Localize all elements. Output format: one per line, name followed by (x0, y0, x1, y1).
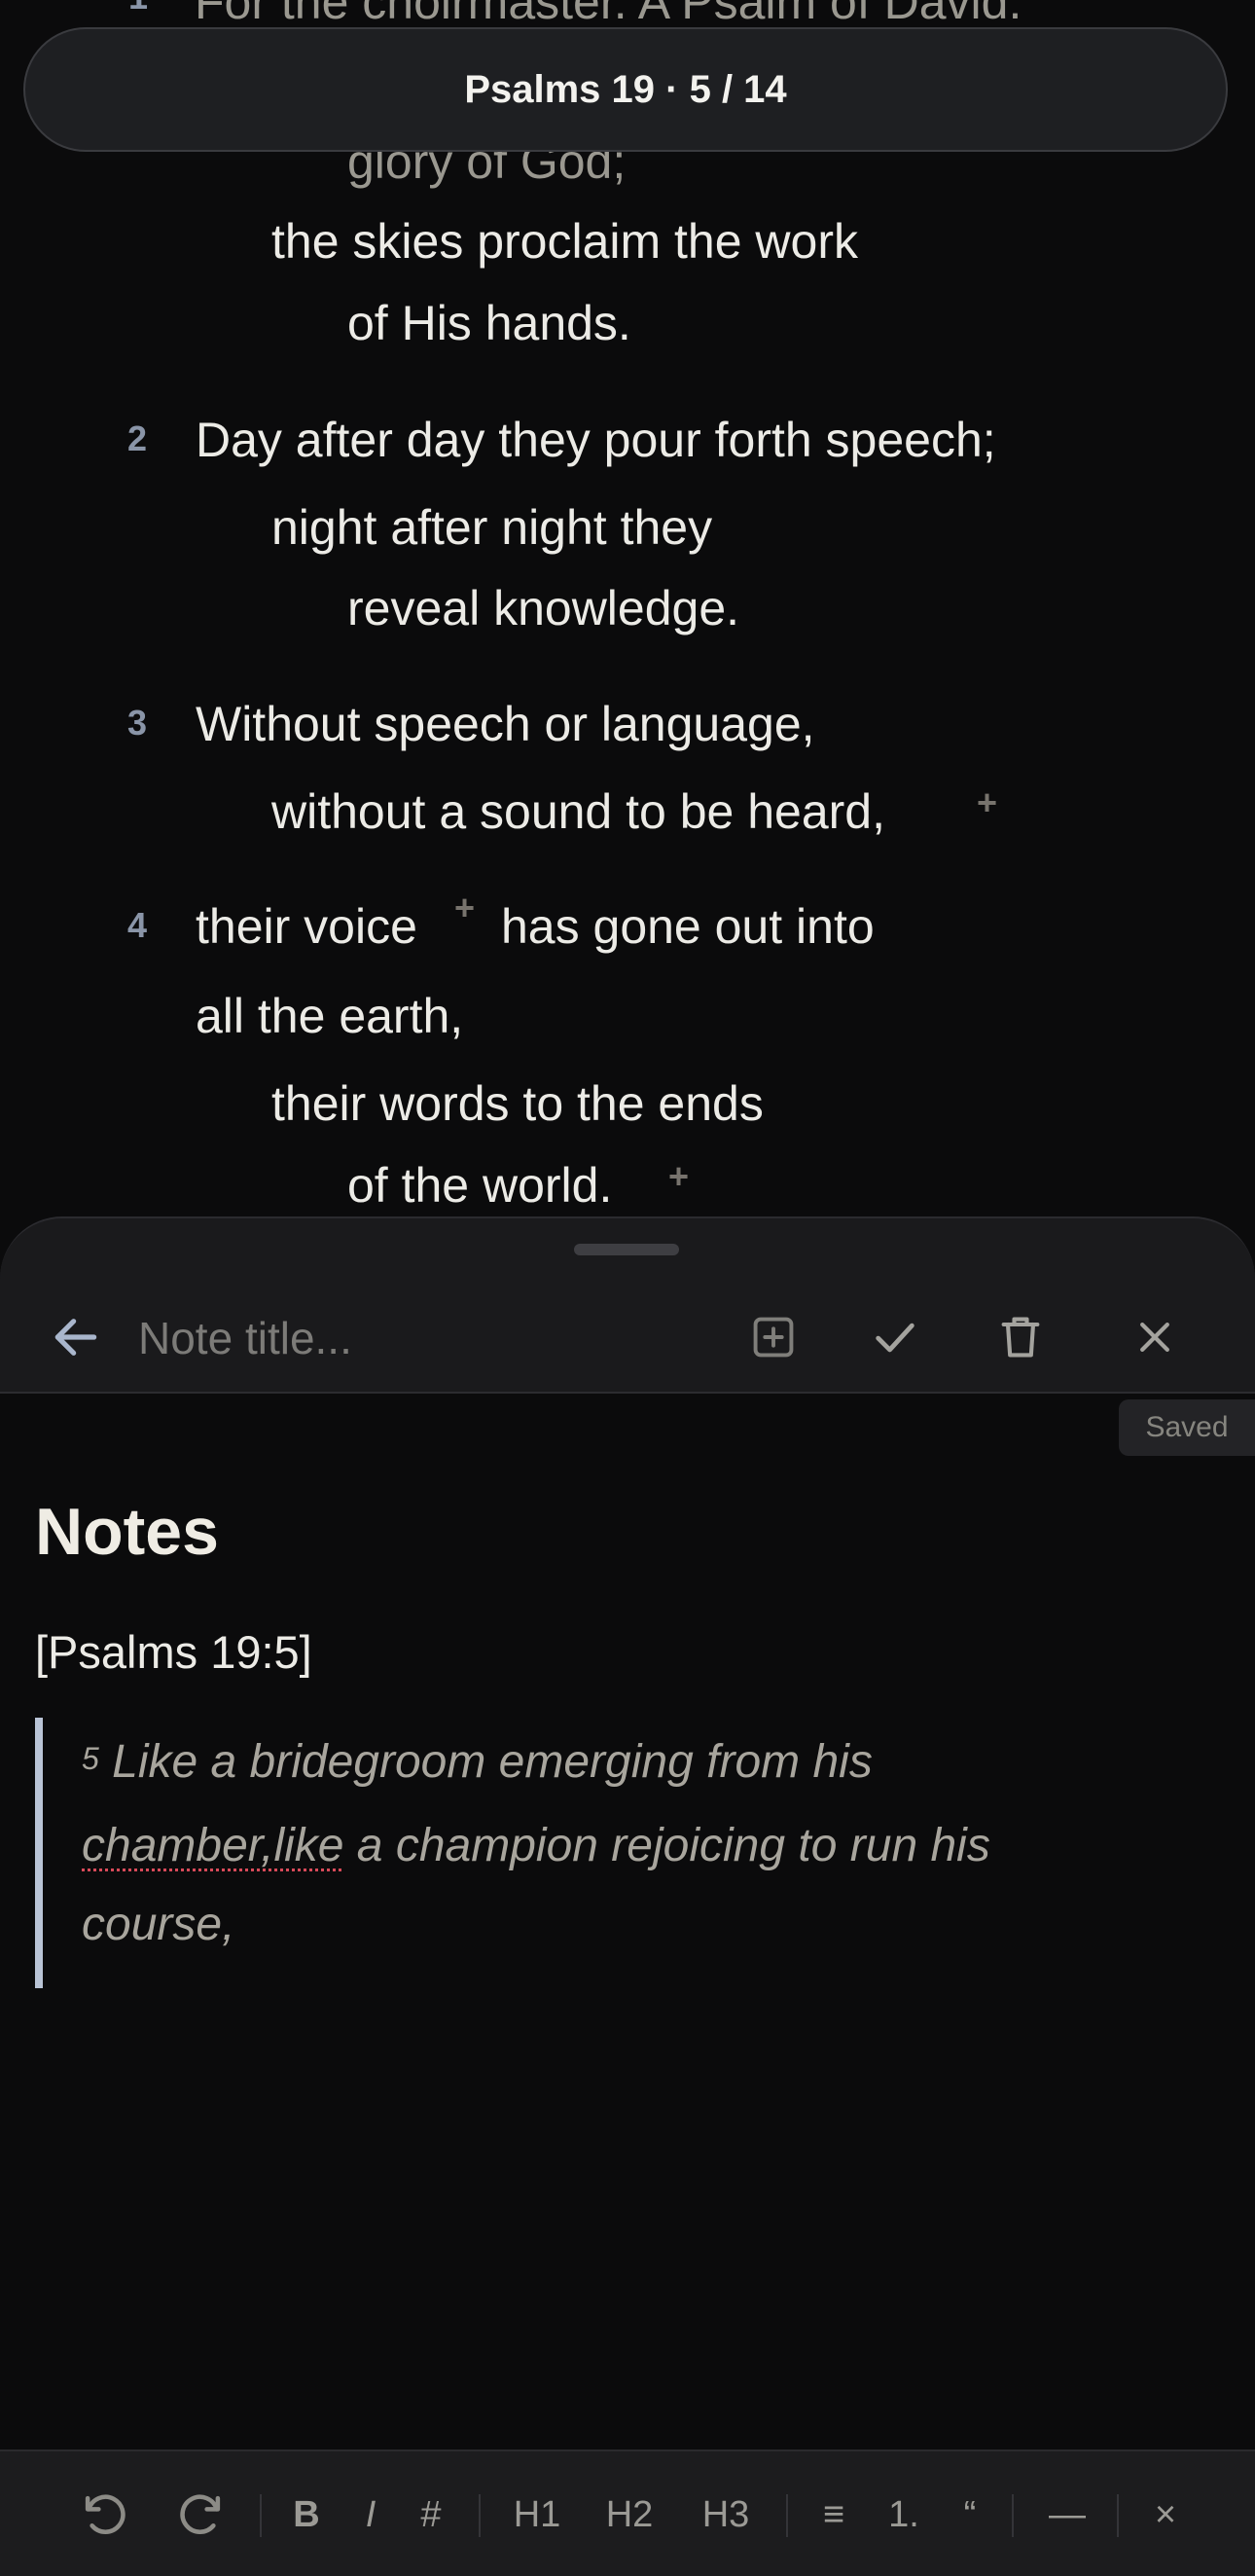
verse-number[interactable]: 2 (127, 418, 147, 459)
quote-text-part: a champion rejoicing to run his (343, 1820, 990, 1871)
check-icon (876, 1323, 914, 1353)
horizontal-rule-button[interactable]: — (1041, 2481, 1094, 2549)
redo-button[interactable] (167, 2481, 235, 2549)
verse-number[interactable]: 3 (127, 703, 147, 744)
verse-text-line: their words to the ends (271, 1076, 764, 1131)
sheet-drag-handle[interactable] (574, 1244, 679, 1255)
quote-text-part: Like a bridegroom emerging from his (98, 1736, 873, 1788)
verse-text-line: all the earth, (196, 989, 464, 1043)
verse-text-line: the skies proclaim the work (271, 214, 859, 269)
verse-text-line: has gone out into (501, 899, 875, 954)
toolbar-separator (786, 2494, 788, 2537)
undo-icon (85, 2494, 126, 2534)
note-title-input[interactable] (136, 1302, 724, 1374)
delete-button[interactable] (982, 1298, 1059, 1376)
verse-text-line: night after night they (271, 500, 713, 555)
format-toolbar: B I # H1 H2 H3 ≡ 1. “ — × (0, 2449, 1255, 2576)
toolbar-separator (1012, 2494, 1014, 2537)
save-status-badge: Saved (1119, 1399, 1255, 1456)
undo-button[interactable] (70, 2481, 138, 2549)
numbered-list-button[interactable]: 1. (878, 2481, 930, 2549)
footnote-marker[interactable]: + (668, 1156, 689, 1197)
confirm-button[interactable] (856, 1298, 934, 1376)
toolbar-separator (1117, 2494, 1119, 2537)
blockquote-text: 5 Like a bridegroom emerging from his cha… (82, 1723, 1202, 1964)
back-button[interactable] (37, 1298, 115, 1376)
toolbar-separator (260, 2494, 262, 2537)
verse-reference[interactable]: [Psalms 19:5] (35, 1625, 312, 1679)
footnote-marker[interactable]: + (454, 888, 475, 928)
save-status-label: Saved (1145, 1411, 1229, 1443)
quote-verse-number: 5 (82, 1741, 99, 1776)
verse-text-line: Without speech or language, (196, 697, 815, 751)
plus-square-icon (753, 1317, 794, 1358)
quote-button[interactable]: “ (949, 2481, 991, 2549)
heading-hash-button[interactable]: # (407, 2481, 455, 2549)
verse-text-line: reveal knowledge. (347, 581, 740, 635)
verse-text-line: without a sound to be heard, (271, 784, 886, 839)
verse-number-partial: 1 (128, 0, 148, 18)
h2-button[interactable]: H2 (593, 2481, 665, 2549)
quote-text-part: course, (82, 1899, 235, 1950)
close-icon (1140, 1323, 1169, 1352)
close-format-button[interactable]: × (1140, 2481, 1191, 2549)
arrow-left-icon (54, 1319, 97, 1356)
verse-number[interactable]: 4 (127, 905, 147, 946)
bullet-list-button[interactable]: ≡ (809, 2481, 858, 2549)
insert-button[interactable] (735, 1298, 812, 1376)
spelling-error-word[interactable]: chamber,like (82, 1820, 343, 1871)
italic-button[interactable]: I (346, 2481, 395, 2549)
bible-reader: For the choirmaster. A Psalm of David. 1… (0, 0, 1255, 1265)
h1-button[interactable]: H1 (501, 2481, 573, 2549)
footnote-marker[interactable]: + (977, 782, 997, 823)
redo-icon (180, 2494, 221, 2534)
close-button[interactable] (1116, 1298, 1194, 1376)
toolbar-separator (479, 2494, 481, 2537)
chapter-progress-label: Psalms 19 · 5 / 14 (464, 67, 787, 111)
verse-text-line: of His hands. (347, 296, 631, 350)
verse-text-line: their voice (196, 899, 417, 954)
h3-button[interactable]: H3 (690, 2481, 762, 2549)
verse-text-line: Day after day they pour forth speech; (196, 413, 996, 467)
verse-text-line: of the world. (347, 1158, 613, 1213)
trash-icon (1001, 1317, 1040, 1358)
chapter-progress-pill[interactable]: Psalms 19 · 5 / 14 (23, 27, 1228, 152)
note-heading[interactable]: Notes (35, 1494, 219, 1570)
bold-button[interactable]: B (282, 2481, 331, 2549)
verse-blockquote[interactable]: 5 Like a bridegroom emerging from his cha… (35, 1718, 1202, 1988)
